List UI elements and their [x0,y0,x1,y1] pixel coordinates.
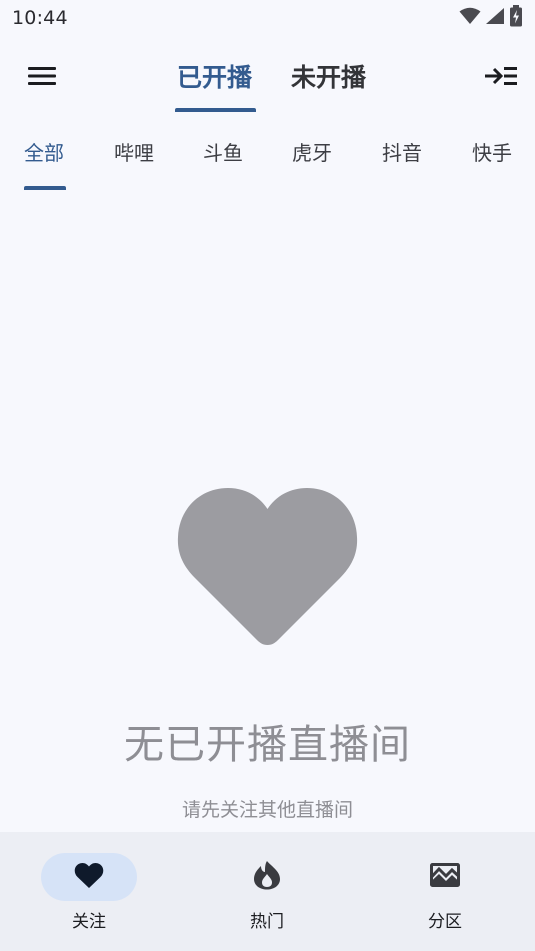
signal-icon [485,7,505,29]
fire-icon [253,860,281,894]
tab-offline[interactable]: 未开播 [291,58,366,98]
nav-label-hot: 热门 [250,912,284,932]
collapse-menu-button[interactable] [481,60,521,96]
heart-icon [175,485,360,649]
bottom-navigation: 关注 热门 分区 [0,832,535,951]
platform-tab-huya[interactable]: 虎牙 [292,138,332,168]
terrain-icon [430,863,460,891]
top-app-bar: 已开播 未开播 [0,40,535,114]
platform-tab-bilibili[interactable]: 哔哩 [114,138,154,168]
menu-icon [28,66,56,90]
nav-icon-wrap [397,853,493,901]
nav-item-follow[interactable]: 关注 [0,832,178,951]
platform-tab-all[interactable]: 全部 [24,138,64,168]
nav-label-follow: 关注 [72,912,106,932]
nav-item-hot[interactable]: 热门 [178,832,356,951]
nav-active-indicator [41,853,137,901]
nav-item-category[interactable]: 分区 [356,832,534,951]
tab-indicator [175,108,256,112]
status-bar: 10:44 [0,0,535,36]
status-time: 10:44 [12,7,68,29]
battery-charging-icon [509,5,523,31]
wifi-icon [459,7,481,29]
tab-live[interactable]: 已开播 [177,58,252,98]
empty-state-subtitle: 请先关注其他直播间 [181,799,353,821]
collapse-menu-icon [485,65,517,91]
empty-state-title: 无已开播直播间 [124,722,411,768]
nav-label-category: 分区 [428,912,462,932]
platform-tab-kuaishou[interactable]: 快手 [472,138,512,168]
platform-tab-indicator [24,186,66,190]
heart-icon [74,862,104,893]
platform-tab-douyu[interactable]: 斗鱼 [203,138,243,168]
platform-tabs: 全部 哔哩 斗鱼 虎牙 抖音 快手 [0,128,535,190]
platform-tab-douyin[interactable]: 抖音 [382,138,422,168]
menu-button[interactable] [22,60,62,96]
status-icons [459,5,523,31]
nav-icon-wrap [219,853,315,901]
